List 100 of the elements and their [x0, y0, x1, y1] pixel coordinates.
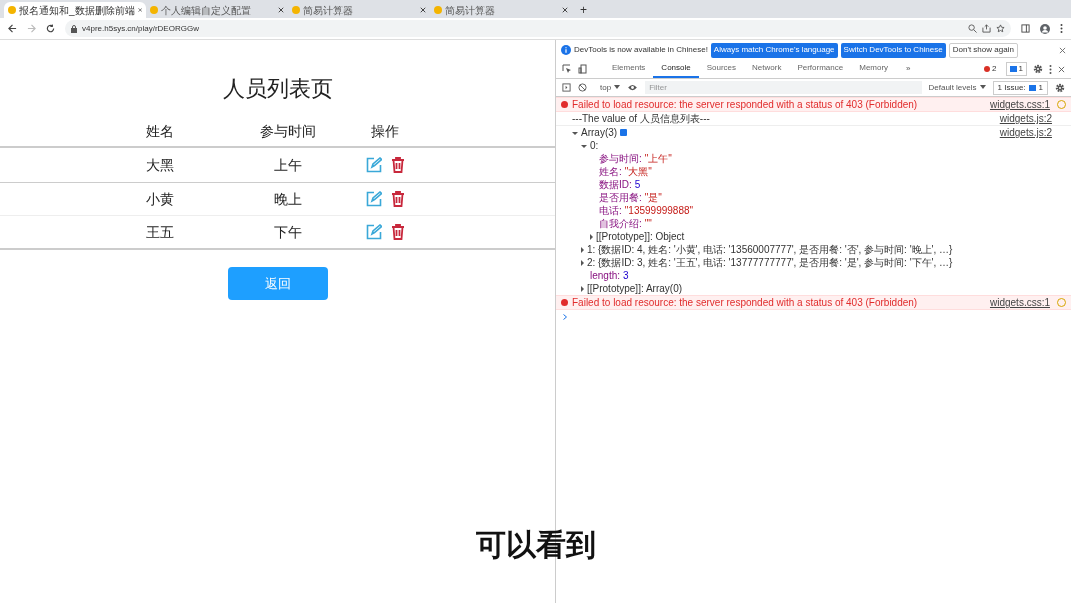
- levels-dropdown[interactable]: Default levels: [928, 81, 986, 94]
- source-link[interactable]: widgets.css:1: [983, 98, 1050, 111]
- prompt-icon: [563, 314, 567, 320]
- settings-icon[interactable]: [1033, 64, 1043, 74]
- error-count-badge[interactable]: 2: [981, 63, 1000, 75]
- info-icon: [620, 129, 628, 136]
- close-icon[interactable]: [562, 7, 568, 13]
- property-key: 数据ID:: [599, 178, 632, 191]
- property-key: 姓名:: [599, 165, 622, 178]
- browser-tab[interactable]: 个人编辑自定义配置: [146, 2, 288, 18]
- object-label[interactable]: [[Prototype]]: Array(0): [587, 282, 683, 295]
- property-value: 5: [634, 178, 641, 191]
- devtools-tab[interactable]: Network: [744, 60, 790, 78]
- column-header: 姓名: [145, 121, 175, 141]
- property-value: "": [644, 217, 652, 230]
- message-count-badge[interactable]: 1: [1005, 62, 1027, 76]
- trash-icon[interactable]: [390, 157, 405, 173]
- disclosure-icon[interactable]: [581, 246, 584, 253]
- site-icon: [292, 6, 300, 14]
- side-panel-icon[interactable]: [1021, 24, 1030, 33]
- disclosure-icon[interactable]: [581, 145, 587, 148]
- banner-button[interactable]: Always match Chrome's language: [710, 42, 838, 58]
- property-key: 参与时间:: [599, 152, 642, 165]
- property-value: "13599999888": [624, 204, 694, 217]
- column-header: 参与时间: [258, 121, 317, 141]
- devtools-tab[interactable]: Console: [653, 60, 699, 78]
- table-cell-text: 大黑: [145, 155, 175, 175]
- devtools-tab[interactable]: Elements: [604, 60, 654, 78]
- edit-icon[interactable]: [365, 224, 382, 240]
- sidebar-icon[interactable]: [562, 83, 571, 92]
- kebab-menu-icon[interactable]: [1049, 64, 1052, 74]
- property-key: length:: [590, 269, 621, 282]
- source-link[interactable]: widgets.js:2: [993, 126, 1052, 139]
- browser-tab[interactable]: 简易计算器: [430, 2, 572, 18]
- url-text: v4pre.h5sys.cn/play/rDEORGGw: [82, 22, 199, 35]
- disclosure-icon[interactable]: [590, 233, 593, 240]
- object-label[interactable]: [[Prototype]]: Object: [596, 230, 685, 243]
- object-label[interactable]: Array(3): [581, 126, 618, 139]
- site-icon: [434, 6, 442, 14]
- table-cell-text: 小黄: [145, 189, 175, 209]
- browser-tab[interactable]: 简易计算器: [288, 2, 430, 18]
- context-dropdown[interactable]: top: [600, 81, 621, 94]
- browser-tab[interactable]: 报名通知和_数据删除前端: [4, 2, 146, 18]
- banner-button[interactable]: Don't show again: [948, 42, 1018, 58]
- close-icon[interactable]: [420, 7, 426, 13]
- inspect-icon[interactable]: [562, 64, 572, 74]
- object-label[interactable]: 0:: [590, 139, 599, 152]
- table-cell-text: 下午: [272, 222, 303, 242]
- menu-icon[interactable]: [1060, 24, 1063, 33]
- devtools-tab[interactable]: Memory: [851, 60, 897, 78]
- property-key: 电话:: [599, 204, 622, 217]
- table-cell-text: 晚上: [272, 189, 303, 209]
- device-icon[interactable]: [578, 64, 588, 74]
- banner-button[interactable]: Switch DevTools to Chinese: [840, 42, 946, 58]
- error-icon: [561, 101, 568, 108]
- eye-icon[interactable]: [627, 84, 639, 91]
- trash-icon[interactable]: [390, 191, 405, 207]
- disclosure-icon[interactable]: [572, 132, 578, 135]
- site-icon: [8, 6, 16, 14]
- info-icon: [561, 45, 571, 55]
- property-value: "上午": [644, 152, 672, 165]
- trash-icon[interactable]: [390, 224, 405, 240]
- error-message: Failed to load resource: the server responded with a status of 403 (Forbidden): [572, 98, 918, 111]
- page-title: 人员列表页: [221, 75, 334, 103]
- share-icon[interactable]: [982, 24, 991, 33]
- property-value: "是": [644, 191, 662, 204]
- edit-icon[interactable]: [365, 191, 382, 207]
- back-icon[interactable]: [8, 24, 17, 33]
- more-tabs-button[interactable]: »: [902, 63, 915, 75]
- clear-icon[interactable]: [578, 83, 587, 92]
- caret-icon: [979, 85, 986, 90]
- subtitle: 可以看到: [474, 527, 597, 563]
- close-icon[interactable]: [278, 7, 284, 13]
- object-label[interactable]: 1: {数据ID: 4, 姓名: '小黄', 电话: '13560007777', 是否用餐: '否', 参与时间: '晚上', …}: [587, 243, 953, 256]
- column-header: 操作: [370, 121, 400, 141]
- close-icon[interactable]: [1058, 65, 1065, 73]
- zoom-icon[interactable]: [968, 24, 977, 33]
- object-label[interactable]: 2: {数据ID: 3, 姓名: '王五', 电话: '13777777777', 是否用餐: '是', 参与时间: '下午', …}: [587, 256, 953, 269]
- table-cell-text: 王五: [145, 222, 175, 242]
- devtools-tab[interactable]: Sources: [698, 60, 745, 78]
- disclosure-icon[interactable]: [581, 259, 584, 266]
- settings-icon[interactable]: [1055, 82, 1065, 93]
- address-bar[interactable]: v4pre.h5sys.cn/play/rDEORGGw: [65, 20, 1011, 37]
- banner-text: DevTools is now available in Chinese!: [574, 44, 708, 56]
- property-key: 是否用餐:: [599, 191, 642, 204]
- edit-icon[interactable]: [365, 157, 382, 173]
- reload-icon[interactable]: [46, 24, 55, 33]
- source-link[interactable]: widgets.js:2: [993, 112, 1052, 125]
- property-value: 3: [623, 269, 629, 282]
- disclosure-icon[interactable]: [581, 285, 584, 292]
- filter-field[interactable]: Filter: [645, 81, 922, 94]
- devtools-tab[interactable]: Performance: [789, 60, 852, 78]
- close-icon[interactable]: [1059, 46, 1066, 54]
- source-link[interactable]: widgets.css:1: [983, 296, 1050, 309]
- new-tab-button[interactable]: +: [572, 2, 595, 18]
- star-icon[interactable]: [996, 24, 1005, 33]
- profile-icon[interactable]: [1040, 23, 1050, 34]
- issues-button[interactable]: 1 Issue: 1: [992, 80, 1048, 95]
- lock-icon: [71, 24, 77, 33]
- close-icon[interactable]: [137, 7, 142, 13]
